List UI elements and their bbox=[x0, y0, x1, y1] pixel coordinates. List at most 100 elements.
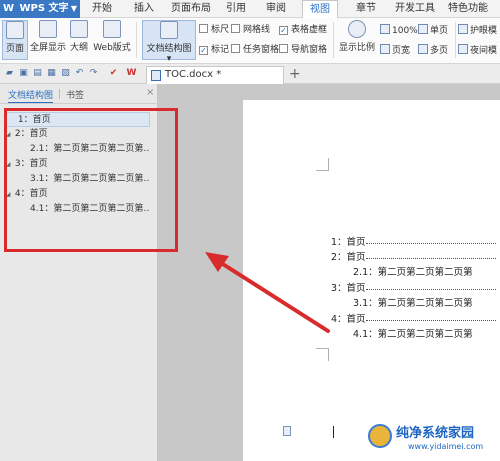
toc-entry[interactable]: 1：首页 bbox=[331, 236, 496, 249]
watermark: 纯净系统家园 www.yidaimei.com bbox=[368, 420, 500, 461]
toc-entry[interactable]: 4：首页 bbox=[331, 313, 496, 326]
tab-page-layout[interactable]: 页面布局 bbox=[168, 0, 214, 18]
checkbox-icon bbox=[231, 44, 240, 53]
nav-pane-tabs: 文档结构图 书签 × bbox=[0, 84, 158, 104]
tab-document[interactable]: TOC.docx * bbox=[146, 66, 284, 84]
export-pdf-icon[interactable]: ▤ bbox=[32, 68, 43, 79]
divider bbox=[136, 22, 137, 58]
zoom-label: 显示比例 bbox=[338, 43, 375, 53]
watermark-url: www.yidaimei.com bbox=[408, 442, 484, 451]
tab-review[interactable]: 审阅 bbox=[260, 0, 292, 18]
nav-pane-label: 导航窗格 bbox=[291, 45, 328, 55]
markup-checkbox[interactable]: ✓ 标记 bbox=[199, 44, 229, 56]
web-layout-label: Web版式 bbox=[93, 43, 131, 53]
markup-label: 标记 bbox=[211, 45, 230, 55]
watermark-text: 纯净系统家园 bbox=[396, 426, 475, 441]
save-icon[interactable]: ▣ bbox=[18, 68, 29, 79]
tab-chapter[interactable]: 章节 bbox=[350, 0, 382, 18]
eye-care-button[interactable]: 护眼模 bbox=[458, 24, 497, 36]
eye-care-icon bbox=[458, 24, 468, 34]
page-view-icon bbox=[6, 21, 24, 39]
toc-entry-text: 2.1：第二页第二页第二页第 bbox=[353, 267, 473, 278]
toc-entry-text: 3.1：第二页第二页第二页第 bbox=[353, 298, 473, 309]
toc-entry-text: 4.1：第二页第二页第二页第 bbox=[353, 329, 473, 340]
page-width-button[interactable]: 页宽 bbox=[380, 44, 410, 56]
plus-icon[interactable]: + bbox=[289, 66, 301, 82]
document-page[interactable]: 1：首页 2：首页 2.1：第二页第二页第二页第 3：首页 3.1：第二页第二页… bbox=[243, 100, 500, 461]
undo-icon[interactable]: ↶ bbox=[74, 68, 85, 79]
page-view-button[interactable]: 页面 bbox=[2, 20, 28, 60]
document-tab-bar: ▰ ▣ ▤ ▦ ▧ ↶ ↷ ✔ W TOC.docx * + bbox=[0, 64, 500, 84]
doc-structure-button[interactable]: 文档结构图 ▾ bbox=[142, 20, 196, 64]
toc-entry[interactable]: 2：首页 bbox=[331, 251, 496, 264]
page-width-label: 页宽 bbox=[392, 46, 411, 56]
document-icon bbox=[151, 70, 161, 81]
fullscreen-icon bbox=[39, 20, 57, 38]
toc-entry[interactable]: 2.1：第二页第二页第二页第 bbox=[353, 266, 473, 279]
web-layout-icon bbox=[103, 20, 121, 38]
open-folder-icon[interactable]: ▰ bbox=[4, 68, 15, 79]
checkbox-checked-icon: ✓ bbox=[199, 46, 208, 55]
margin-corner-mark bbox=[316, 348, 329, 361]
tab-special-features[interactable]: 特色功能 bbox=[442, 0, 494, 18]
document-area: 1：首页 2：首页 2.1：第二页第二页第二页第 3：首页 3.1：第二页第二页… bbox=[159, 84, 500, 461]
chevron-down-icon: ▼ bbox=[70, 4, 77, 13]
web-layout-button[interactable]: Web版式 bbox=[92, 20, 132, 60]
tab-insert[interactable]: 插入 bbox=[128, 0, 160, 18]
wps-w-icon[interactable]: W bbox=[126, 68, 137, 79]
table-gridlines-label: 表格虚框 bbox=[291, 25, 328, 35]
tab-developer[interactable]: 开发工具 bbox=[392, 0, 438, 18]
checkbox-icon bbox=[231, 24, 240, 33]
zoom-100-button[interactable]: 100% bbox=[380, 24, 418, 36]
gridlines-checkbox[interactable]: 网格线 bbox=[231, 24, 270, 36]
magnifier-icon bbox=[348, 20, 366, 38]
nav-pane-checkbox[interactable]: 导航窗格 bbox=[279, 44, 327, 56]
tab-bookmarks[interactable]: 书签 bbox=[66, 88, 84, 101]
outline-view-button[interactable]: 大纲 bbox=[68, 20, 90, 60]
zoom-percent-label: 100% bbox=[392, 26, 418, 36]
tab-home[interactable]: 开始 bbox=[86, 0, 118, 18]
ribbon: 页面 全屏显示 大纲 Web版式 文档结构图 ▾ 标尺 ✓ 标记 网格线 任务窗格… bbox=[0, 18, 500, 64]
eye-care-label: 护眼模 bbox=[470, 26, 498, 36]
watermark-logo-icon bbox=[368, 424, 392, 448]
customize-icon[interactable]: ✔ bbox=[108, 68, 119, 79]
zoom-button[interactable]: 显示比例 bbox=[337, 20, 377, 60]
toc-entry[interactable]: 3：首页 bbox=[331, 282, 496, 295]
fullscreen-button[interactable]: 全屏显示 bbox=[30, 20, 66, 60]
toc-entry-text: 2：首页 bbox=[331, 252, 366, 263]
app-menu-button[interactable]: W WPS 文字 ▼ bbox=[0, 0, 80, 18]
task-pane-label: 任务窗格 bbox=[243, 45, 280, 55]
redo-icon[interactable]: ↷ bbox=[88, 68, 99, 79]
single-page-button[interactable]: 单页 bbox=[418, 24, 448, 36]
toc-entry[interactable]: 4.1：第二页第二页第二页第 bbox=[353, 328, 473, 341]
tab-document-structure[interactable]: 文档结构图 bbox=[8, 88, 54, 103]
outline-view-label: 大纲 bbox=[69, 43, 88, 53]
outline-view-icon bbox=[70, 20, 88, 38]
doc-structure-label: 文档结构图 bbox=[146, 44, 192, 54]
ruler-checkbox[interactable]: 标尺 bbox=[199, 24, 229, 36]
app-name: WPS 文字 bbox=[19, 3, 69, 14]
wps-logo-icon: W bbox=[3, 3, 15, 14]
close-icon[interactable]: × bbox=[146, 87, 154, 98]
task-pane-checkbox[interactable]: 任务窗格 bbox=[231, 44, 279, 56]
night-mode-button[interactable]: 夜间模 bbox=[458, 44, 497, 56]
table-gridlines-checkbox[interactable]: ✓ 表格虚框 bbox=[279, 24, 327, 36]
ruler-label: 标尺 bbox=[211, 25, 230, 35]
multi-page-icon bbox=[418, 44, 428, 54]
gridlines-label: 网格线 bbox=[243, 25, 271, 35]
toc-entry-text: 3：首页 bbox=[331, 283, 366, 294]
print-preview-icon[interactable]: ▧ bbox=[60, 68, 71, 79]
multi-page-label: 多页 bbox=[430, 46, 449, 56]
print-icon[interactable]: ▦ bbox=[46, 68, 57, 79]
night-mode-label: 夜间模 bbox=[470, 46, 498, 56]
moon-icon bbox=[458, 44, 468, 54]
tab-references[interactable]: 引用 bbox=[220, 0, 252, 18]
multi-page-button[interactable]: 多页 bbox=[418, 44, 448, 56]
document-tab-title: TOC.docx * bbox=[165, 69, 222, 80]
fullscreen-label: 全屏显示 bbox=[30, 43, 67, 53]
divider bbox=[59, 89, 60, 99]
toc-entry[interactable]: 3.1：第二页第二页第二页第 bbox=[353, 297, 473, 310]
tab-view[interactable]: 视图 bbox=[302, 0, 338, 19]
page-view-label: 页面 bbox=[5, 44, 24, 54]
single-page-label: 单页 bbox=[430, 26, 449, 36]
